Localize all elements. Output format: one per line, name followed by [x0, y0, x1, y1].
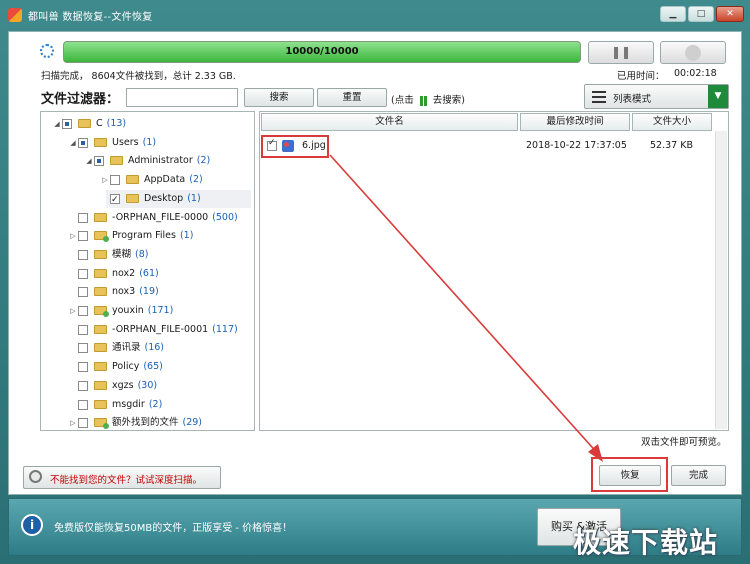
- deep-scan-label: 不能找到您的文件？试试深度扫描。: [50, 475, 203, 486]
- preview-hint: 双击文件即可预览。: [641, 437, 727, 448]
- license-notice: 免费版仅能恢复50MB的文件，正版享受 - 价格惊喜！: [54, 523, 293, 534]
- magnifier-icon: [29, 470, 42, 483]
- arrow-line: [329, 154, 601, 457]
- deep-scan-button[interactable]: 不能找到您的文件？试试深度扫描。: [23, 466, 221, 489]
- watermark-text: 极速下载站: [573, 526, 719, 559]
- info-icon: i: [21, 514, 43, 536]
- finish-button[interactable]: 完成: [671, 465, 726, 486]
- recover-button[interactable]: 恢复: [599, 465, 661, 486]
